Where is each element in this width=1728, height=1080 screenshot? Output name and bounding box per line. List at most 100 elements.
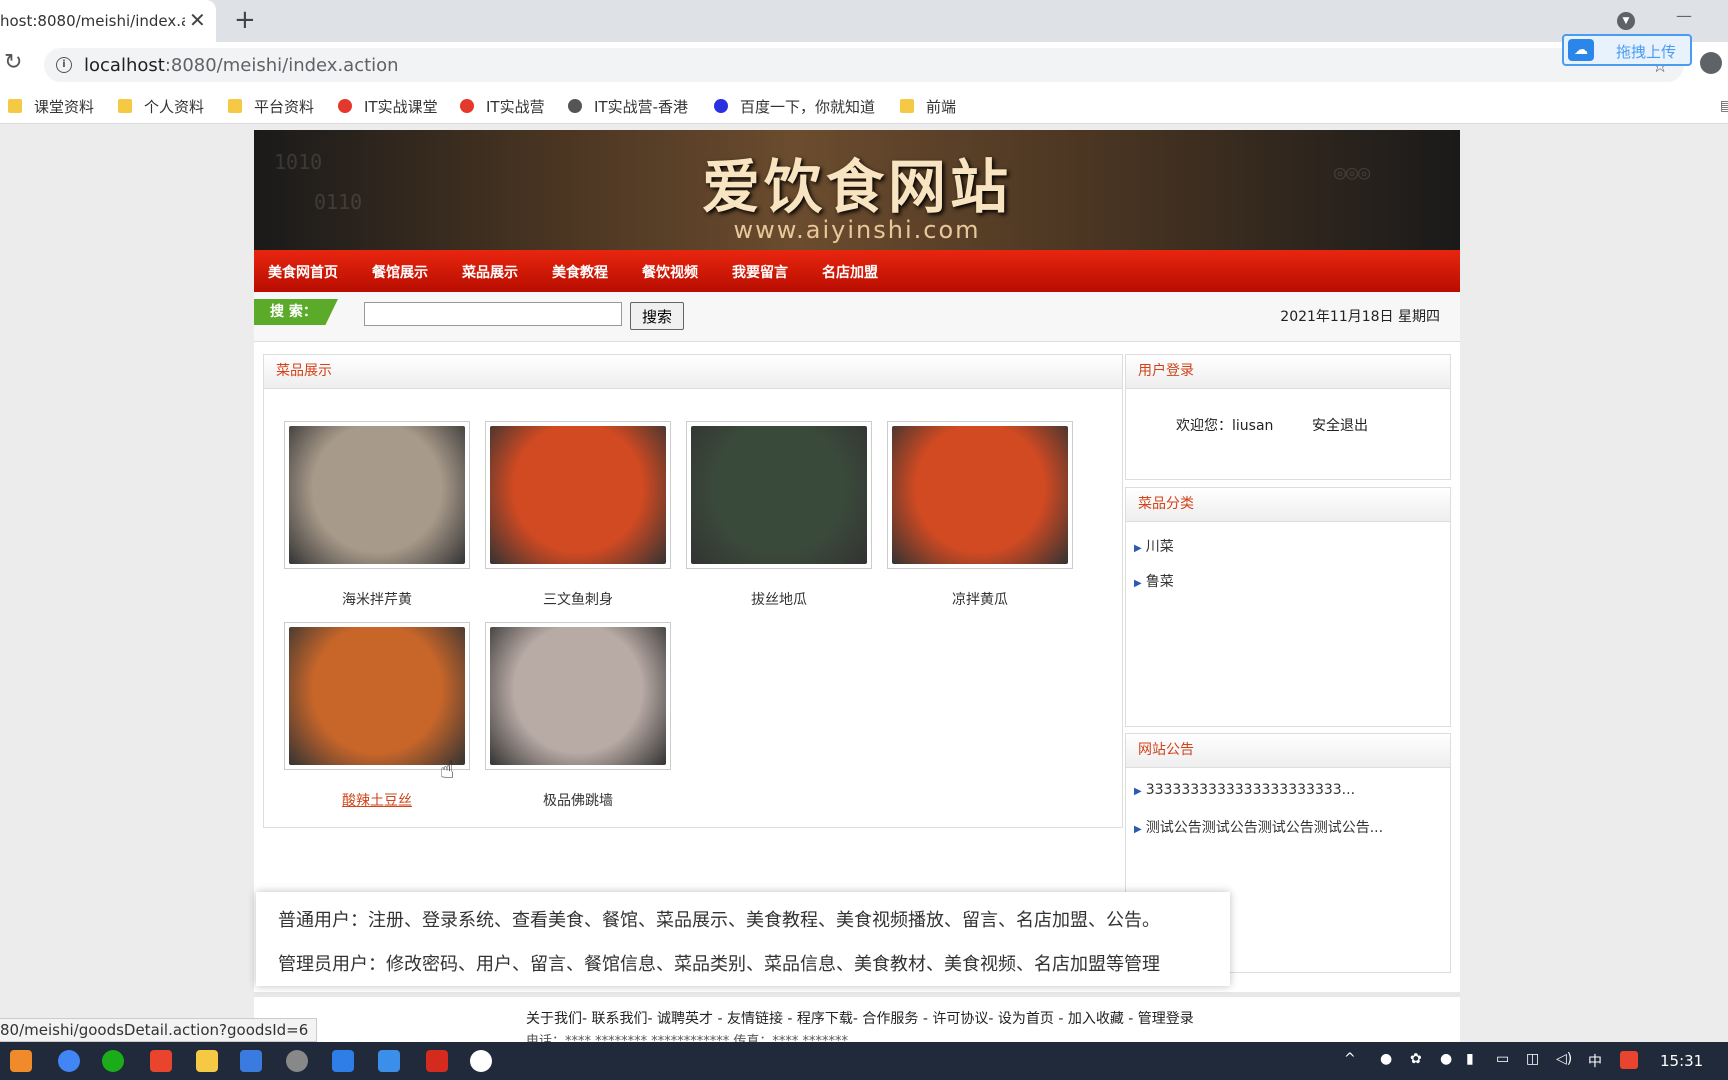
tray-app-icon[interactable]: ✿ — [1410, 1051, 1422, 1067]
browser-toolbar: ↻ i localhost:8080/meishi/index.action ☆ — [0, 42, 1728, 88]
footer-divider — [254, 992, 1460, 997]
tray-battery-icon[interactable]: ▭ — [1496, 1051, 1509, 1067]
dish-card[interactable]: 三文鱼刺身 — [485, 421, 671, 609]
dish-image-frame[interactable] — [686, 421, 872, 569]
dish-card[interactable]: 凉拌黄瓜 — [887, 421, 1073, 609]
nav-franchise[interactable]: 名店加盟 — [822, 262, 878, 282]
dish-card[interactable]: 海米拌芹黄 — [284, 421, 470, 609]
app-icon[interactable] — [332, 1050, 354, 1072]
search-button[interactable]: 搜索 — [630, 302, 684, 330]
dish-image-frame[interactable] — [887, 421, 1073, 569]
address-bar[interactable]: i localhost:8080/meishi/index.action ☆ — [44, 48, 1684, 82]
info-icon[interactable]: i — [56, 57, 72, 73]
dish-image[interactable] — [289, 426, 465, 564]
dish-image[interactable] — [691, 426, 867, 564]
nav-home[interactable]: 美食网首页 — [268, 262, 338, 282]
browser-tab[interactable]: host:8080/meishi/index.action ✕ — [0, 0, 216, 42]
dish-image[interactable] — [892, 426, 1068, 564]
bookmark-label: IT实战营-香港 — [594, 98, 688, 116]
dish-image-frame[interactable] — [485, 421, 671, 569]
dish-image-frame[interactable] — [485, 622, 671, 770]
bookmark-label: 个人资料 — [144, 98, 205, 116]
bookmark-item[interactable]: 前端 — [900, 96, 956, 117]
dish-image[interactable] — [289, 627, 465, 765]
category-item[interactable]: ▶ 鲁菜 — [1134, 571, 1450, 606]
dish-name[interactable]: 三文鱼刺身 — [485, 589, 671, 609]
bookmark-item[interactable]: IT实战课堂 — [338, 96, 438, 117]
reload-icon[interactable]: ↻ — [4, 50, 22, 75]
bookmark-label: 平台资料 — [254, 98, 315, 116]
bookmark-item[interactable]: IT实战营 — [460, 96, 545, 117]
start-icon[interactable] — [10, 1050, 32, 1072]
tray-wechat-icon[interactable]: ● — [1380, 1051, 1392, 1067]
wps-icon[interactable] — [426, 1050, 448, 1072]
site-banner: 1010 0110 ◎◎◎ 爱饮食网站 www.aiyinshi.com — [254, 130, 1460, 250]
taskbar-clock: 15:31 — [1660, 1052, 1704, 1070]
nav-dishes[interactable]: 菜品展示 — [462, 262, 518, 282]
arrow-icon: ▶ — [1134, 786, 1142, 797]
bookmark-item[interactable]: IT实战营-香港 — [568, 96, 688, 117]
dish-card[interactable]: 拔丝地瓜 — [686, 421, 872, 609]
settings-icon[interactable] — [286, 1050, 308, 1072]
tray-mic-icon[interactable]: ▮ — [1466, 1051, 1474, 1067]
bookmark-item[interactable]: 平台资料 — [228, 96, 314, 117]
bookmark-item[interactable]: 百度一下，你就知道 — [714, 96, 875, 117]
reading-list-icon[interactable]: ▤ — [1720, 98, 1728, 114]
baidu-icon — [714, 99, 728, 113]
caption-overlay: 普通用户：注册、登录系统、查看美食、餐馆、菜品展示、美食教程、美食视频播放、留言… — [256, 892, 1230, 986]
category-panel: 菜品分类 ▶ 川菜 ▶ 鲁菜 — [1125, 487, 1451, 727]
login-panel: 用户登录 欢迎您：liusan 安全退出 — [1125, 354, 1451, 480]
new-tab-icon[interactable]: + — [234, 5, 256, 35]
profile-icon[interactable] — [1700, 52, 1722, 74]
footer-links[interactable]: 关于我们- 联系我们- 诚聘英才 - 友情链接 - 程序下载- 合作服务 - 许… — [526, 1008, 1194, 1028]
dish-image[interactable] — [490, 426, 666, 564]
address-url[interactable]: localhost:8080/meishi/index.action — [84, 55, 399, 76]
tray-volume-icon[interactable]: ◁) — [1556, 1051, 1572, 1067]
nav-videos[interactable]: 餐饮视频 — [642, 262, 698, 282]
sogou-icon[interactable] — [1620, 1051, 1638, 1069]
tray-network-icon[interactable]: ◫ — [1526, 1051, 1539, 1067]
site-url: www.aiyinshi.com — [733, 216, 981, 244]
address-path: :8080/meishi/index.action — [164, 55, 399, 76]
dish-card[interactable]: 极品佛跳墙 — [485, 622, 671, 810]
dish-image-frame[interactable] — [284, 622, 470, 770]
qq-icon[interactable] — [470, 1050, 492, 1072]
notice-list: ▶ 3333333333333333333333... ▶ 测试公告测试公告测试公告… — [1126, 768, 1450, 852]
nav-tutorials[interactable]: 美食教程 — [552, 262, 608, 282]
globe-icon — [568, 99, 582, 113]
wechat-icon[interactable] — [102, 1050, 124, 1072]
bookmark-item[interactable]: 个人资料 — [118, 96, 204, 117]
app-icon[interactable] — [378, 1050, 400, 1072]
search-input[interactable] — [364, 302, 622, 326]
dish-name[interactable]: 海米拌芹黄 — [284, 589, 470, 609]
close-icon[interactable]: ✕ — [189, 8, 206, 32]
dish-name[interactable]: 极品佛跳墙 — [485, 790, 671, 810]
app-icon[interactable] — [240, 1050, 262, 1072]
file-explorer-icon[interactable] — [196, 1050, 218, 1072]
bookmark-item[interactable]: 课堂资料 — [8, 96, 94, 117]
folder-icon — [118, 99, 132, 113]
logout-link[interactable]: 安全退出 — [1312, 415, 1368, 435]
dish-name[interactable]: 凉拌黄瓜 — [887, 589, 1073, 609]
current-date: 2021年11月18日 星期四 — [1280, 309, 1440, 325]
tab-search-icon[interactable]: ▼ — [1617, 12, 1635, 30]
ime-indicator[interactable]: 中 — [1588, 1051, 1602, 1071]
tray-expand-icon[interactable]: ^ — [1344, 1051, 1356, 1067]
dish-image-frame[interactable] — [284, 421, 470, 569]
footer-contact: 电话：**** ******** ************ 传真：**** **… — [526, 1034, 849, 1042]
minimize-icon[interactable]: — — [1676, 6, 1692, 25]
app-icon[interactable] — [150, 1050, 172, 1072]
bookmark-label: IT实战课堂 — [364, 98, 438, 116]
dish-name[interactable]: 酸辣土豆丝 — [284, 790, 470, 810]
notice-panel-title: 网站公告 — [1126, 734, 1450, 768]
notice-item[interactable]: ▶ 3333333333333333333333... — [1134, 782, 1450, 817]
tray-qq-icon[interactable]: ● — [1440, 1051, 1452, 1067]
dish-name[interactable]: 拔丝地瓜 — [686, 589, 872, 609]
chrome-icon[interactable] — [58, 1050, 80, 1072]
upload-button[interactable]: ☁ 拖拽上传 — [1562, 34, 1692, 66]
nav-restaurants[interactable]: 餐馆展示 — [372, 262, 428, 282]
category-item[interactable]: ▶ 川菜 — [1134, 536, 1450, 571]
nav-messages[interactable]: 我要留言 — [732, 262, 788, 282]
dish-image[interactable] — [490, 627, 666, 765]
notice-item[interactable]: ▶ 测试公告测试公告测试公告测试公告... — [1134, 817, 1450, 852]
